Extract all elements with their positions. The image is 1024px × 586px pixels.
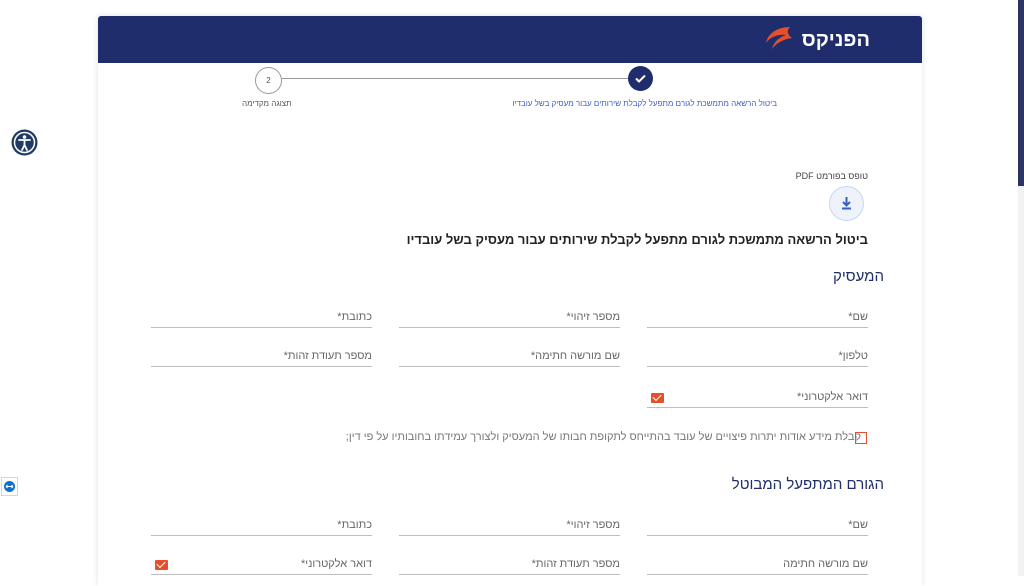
stepper-line — [282, 78, 628, 79]
employer-signatory-label: שם מורשה חתימה* — [530, 350, 620, 362]
employer-id-label: מספר זיהוי* — [566, 311, 620, 323]
form-title: ביטול הרשאה מתמשכת לגורם מתפעל לקבלת שיר… — [406, 232, 868, 247]
download-pdf-button[interactable] — [829, 186, 864, 221]
operator-email-label: דואר אלקטרוני* — [300, 558, 372, 570]
operator-signatory-field[interactable]: שם מורשה חתימה — [647, 552, 868, 575]
mail-icon — [155, 560, 168, 570]
employer-signatory-id-field[interactable]: מספר תעודת זהות* — [151, 344, 372, 367]
operator-signatory-id-label: מספר תעודת זהות* — [531, 558, 620, 570]
employer-email-field[interactable]: דואר אלקטרוני* — [647, 385, 868, 408]
step-2-label[interactable]: תצוגה מקדימה — [242, 99, 292, 108]
operator-section-title: הגורם המתפעל המבוטל — [731, 476, 884, 493]
download-icon — [842, 197, 851, 210]
teamviewer-icon[interactable] — [1, 477, 18, 496]
employer-address-field[interactable]: כתובת* — [151, 305, 372, 328]
accessibility-icon[interactable] — [11, 129, 38, 156]
pdf-label: טופס בפורמט PDF — [795, 171, 868, 181]
form-card: הפניקס ביטול הרשאה מתמשכת לגורם מתפעל לק… — [98, 16, 922, 586]
header-bar: הפניקס — [98, 16, 922, 63]
operator-id-label: מספר זיהוי* — [566, 519, 620, 531]
operator-email-field[interactable]: דואר אלקטרוני* — [151, 552, 372, 575]
employer-address-label: כתובת* — [337, 311, 372, 323]
operator-signatory-label: שם מורשה חתימה — [783, 558, 868, 570]
operator-name-field[interactable]: שם* — [647, 513, 868, 536]
phoenix-bird-icon — [766, 27, 792, 49]
employer-name-field[interactable]: שם* — [647, 305, 868, 328]
operator-name-label: שם* — [848, 519, 868, 531]
operator-address-label: כתובת* — [337, 519, 372, 531]
employer-section-title: המעסיק — [833, 268, 884, 285]
employer-phone-field[interactable]: טלפון* — [647, 344, 868, 367]
brand-logo[interactable]: הפניקס — [760, 23, 870, 57]
employer-signatory-field[interactable]: שם מורשה חתימה* — [399, 344, 620, 367]
operator-signatory-id-field[interactable]: מספר תעודת זהות* — [399, 552, 620, 575]
check-icon — [635, 74, 646, 83]
step-1-circle[interactable] — [628, 66, 653, 91]
step-2-circle[interactable]: 2 — [255, 67, 282, 94]
consent-text: קבלת מידע אודות יתרות פיצויים של עובד בה… — [345, 431, 861, 443]
brand-name: הפניקס — [801, 29, 870, 51]
step-1-label[interactable]: ביטול הרשאה מתמשכת לגורם מתפעל לקבלת שיר… — [512, 99, 777, 108]
employer-id-field[interactable]: מספר זיהוי* — [399, 305, 620, 328]
employer-phone-label: טלפון* — [838, 350, 869, 362]
step-2-number: 2 — [266, 76, 271, 85]
employer-email-label: דואר אלקטרוני* — [796, 391, 868, 403]
operator-id-field[interactable]: מספר זיהוי* — [399, 513, 620, 536]
scrollbar-thumb[interactable] — [1018, 0, 1024, 186]
employer-name-label: שם* — [848, 311, 868, 323]
mail-icon — [651, 393, 664, 403]
employer-signatory-id-label: מספר תעודת זהות* — [283, 350, 372, 362]
operator-address-field[interactable]: כתובת* — [151, 513, 372, 536]
